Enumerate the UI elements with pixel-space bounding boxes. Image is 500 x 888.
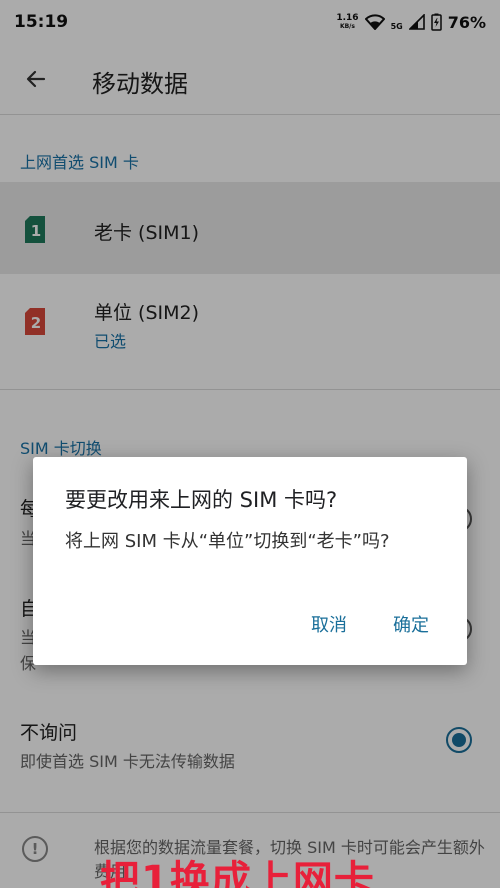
- dialog-message: 将上网 SIM 卡从“单位”切换到“老卡”吗?: [65, 531, 390, 552]
- cancel-button[interactable]: 取消: [305, 607, 353, 641]
- dialog-title: 要更改用来上网的 SIM 卡吗?: [65, 488, 338, 512]
- overlay-caption: 把1换成上网卡: [100, 858, 375, 888]
- screen: 15:19 1.16 KB/s 5G 76% 移动数据 上网首选 SIM 卡 1…: [0, 0, 500, 888]
- dialog-scrim[interactable]: [0, 0, 500, 888]
- confirm-button[interactable]: 确定: [387, 607, 435, 641]
- confirm-dialog: 要更改用来上网的 SIM 卡吗? 将上网 SIM 卡从“单位”切换到“老卡”吗?…: [33, 457, 467, 665]
